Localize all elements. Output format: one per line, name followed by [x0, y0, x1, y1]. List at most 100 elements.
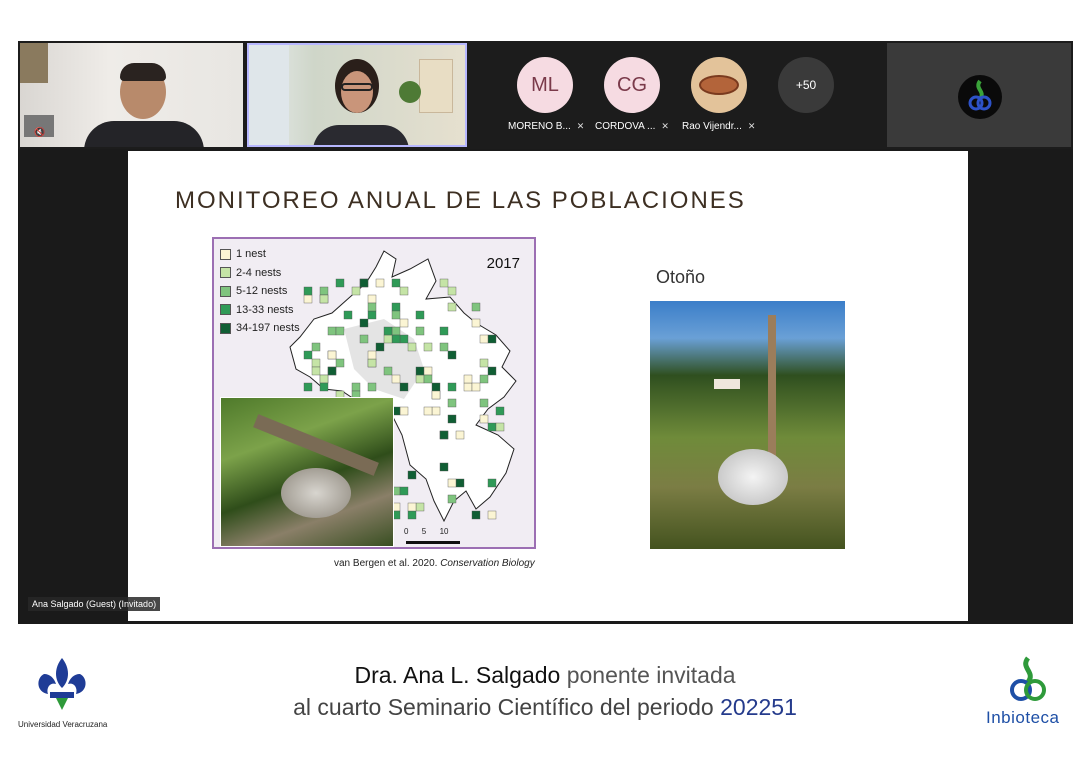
mic-muted-icon: ✕ [747, 121, 756, 131]
nest-grid-cell [431, 406, 441, 416]
speaker-name-label: Ana Salgado (Guest) (Invitado) [28, 597, 161, 611]
nest-grid-cell [407, 342, 417, 352]
participant-avatar-ml[interactable]: ML [517, 57, 573, 113]
participant-name-1: MORENO B... ✕ [508, 121, 585, 132]
crab-avatar-image [699, 75, 739, 95]
nest-grid-cell [367, 310, 377, 320]
autumn-field-photo [650, 301, 845, 549]
nest-grid-cell [455, 478, 465, 488]
nest-grid-cell [447, 494, 457, 504]
nest-grid-cell [471, 302, 481, 312]
participant-video-tile-1[interactable]: 🔇 [20, 43, 243, 147]
participant-name-3: Rao Vijendr... ✕ [682, 121, 756, 132]
nest-grid-cell [359, 318, 369, 328]
inbioteca-logo-tile[interactable] [887, 43, 1071, 147]
nest-grid-cell [415, 366, 425, 376]
nest-grid-cell [399, 486, 409, 496]
nest-grid-cell [479, 358, 489, 368]
nest-grid-cell [383, 326, 393, 336]
nest-grid-cell [471, 382, 481, 392]
nest-grid-cell [335, 326, 345, 336]
event-footer: Universidad Veracruzana Dra. Ana L. Salg… [0, 624, 1090, 760]
nest-grid-cell [319, 294, 329, 304]
nest-grid-cell [383, 366, 393, 376]
nest-grid-cell [351, 382, 361, 392]
nest-grid-cell [407, 502, 417, 512]
more-participants-button[interactable]: +50 [778, 57, 834, 113]
nest-grid-cell [479, 374, 489, 384]
nest-grid-cell [319, 286, 329, 296]
nest-grid-cell [391, 374, 401, 384]
nest-grid-cell [391, 302, 401, 312]
nest-grid-cell [487, 510, 497, 520]
nest-grid-cell [359, 334, 369, 344]
nest-grid-cell [447, 478, 457, 488]
nest-grid-cell [415, 374, 425, 384]
nest-grid-cell [487, 478, 497, 488]
nest-grid-cell [423, 342, 433, 352]
nest-grid-cell [487, 366, 497, 376]
nest-grid-cell [391, 326, 401, 336]
silk-nest [718, 449, 788, 505]
nest-grid-cell [327, 350, 337, 360]
nest-grid-cell [383, 334, 393, 344]
nest-grid-cell [431, 390, 441, 400]
nest-grid-cell [327, 326, 337, 336]
nest-grid-cell [407, 510, 417, 520]
nest-grid-cell [399, 334, 409, 344]
nest-grid-cell [335, 358, 345, 368]
nest-grid-cell [415, 310, 425, 320]
nest-grid-cell [447, 350, 457, 360]
nest-grid-cell [479, 414, 489, 424]
inbioteca-logo [986, 654, 1070, 744]
nest-grid-cell [447, 382, 457, 392]
nest-grid-cell [415, 502, 425, 512]
nest-grid-cell [319, 382, 329, 392]
background-poster [20, 43, 48, 83]
nest-grid-cell [399, 382, 409, 392]
active-speaker-video-tile[interactable] [247, 43, 467, 147]
mic-muted-icon: 🔇 [34, 127, 46, 137]
nest-grid-cell [399, 286, 409, 296]
field-tag [714, 379, 740, 389]
participant-hair [120, 63, 166, 81]
nest-grid-cell [439, 462, 449, 472]
glasses [341, 83, 373, 91]
nest-grid-cell [423, 374, 433, 384]
nest-grid-cell [495, 406, 505, 416]
nest-grid-cell [463, 382, 473, 392]
plant [399, 81, 421, 103]
nest-grid-cell [367, 358, 377, 368]
nest-grid-cell [495, 422, 505, 432]
nest-grid-cell [455, 430, 465, 440]
nest-grid-cell [359, 278, 369, 288]
participant-avatar-photo[interactable] [691, 57, 747, 113]
nest-grid-cell [303, 382, 313, 392]
mic-muted-icon: ✕ [576, 121, 585, 131]
inbioteca-label: Inbioteca [986, 708, 1060, 727]
nest-grid-cell [367, 302, 377, 312]
nest-grid-cell [439, 342, 449, 352]
nest-grid-cell [399, 406, 409, 416]
nest-grid-cell [471, 318, 481, 328]
nest-grid-cell [303, 294, 313, 304]
citation: van Bergen et al. 2020. Conservation Bio… [334, 558, 535, 569]
nest-grid-cell [303, 350, 313, 360]
nest-grid-cell [479, 398, 489, 408]
participant-avatar-cg[interactable]: CG [604, 57, 660, 113]
nest-grid-cell [447, 302, 457, 312]
nest-grid-cell [391, 278, 401, 288]
participant-name-2: CORDOVA ... ✕ [595, 121, 669, 132]
nest-grid-cell [487, 334, 497, 344]
silk-nest [281, 468, 351, 518]
nest-grid-cell [335, 278, 345, 288]
map-scale-bar [406, 541, 460, 544]
nest-grid-cell [447, 414, 457, 424]
nest-distribution-map: 1 nest 2-4 nests 5-12 nests 13-33 nests … [212, 237, 536, 549]
nest-grid-cell [375, 278, 385, 288]
participant-body [84, 121, 204, 147]
nest-grid-cell [343, 310, 353, 320]
avatar-initials: ML [531, 73, 559, 96]
nest-grid-cell [311, 358, 321, 368]
nest-grid-cell [367, 350, 377, 360]
